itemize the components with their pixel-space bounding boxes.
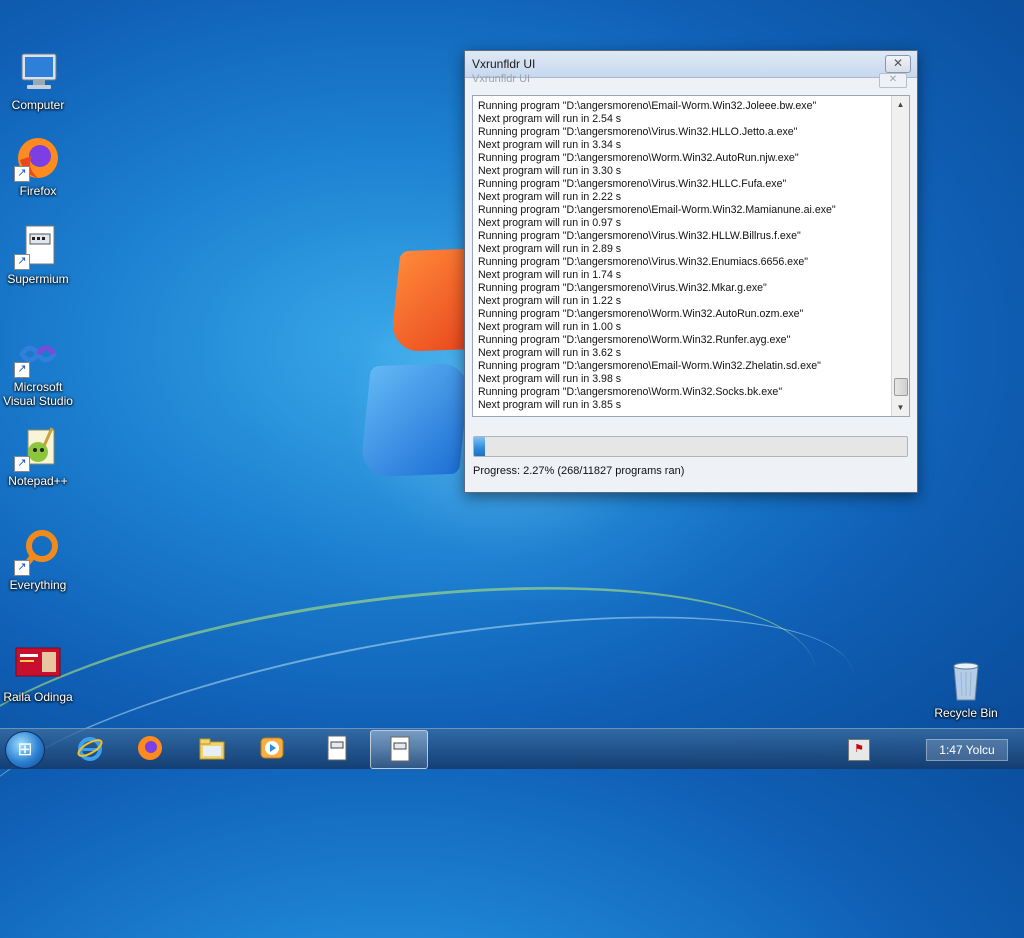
desktop-icon-everything[interactable]: ↗ Everything [0, 528, 76, 592]
taskbar-app-window[interactable] [308, 730, 364, 767]
log-line: Running program "D:\angersmoreno\Virus.W… [478, 256, 809, 268]
clock[interactable]: 1:47 Yolcu [926, 739, 1008, 761]
log-line: Next program will run in 2.54 s [478, 113, 622, 125]
file-explorer-icon [199, 738, 225, 760]
desktop-icon-recycle-bin[interactable]: Recycle Bin [928, 656, 1004, 720]
action-center-flag-icon[interactable]: ⚑ [848, 739, 870, 761]
window-titlebar[interactable]: Vxrunfldr UI ✕ [465, 51, 917, 78]
ghost-window-title: Vxrunfldr UI [472, 73, 531, 85]
app-window-icon [390, 736, 410, 762]
log-line: Running program "D:\angersmoreno\Worm.Wi… [478, 152, 799, 164]
taskbar-app-window-active[interactable] [370, 730, 428, 769]
log-line: Running program "D:\angersmoreno\Virus.W… [478, 230, 801, 242]
progress-text: Progress: 2.27% (268/11827 programs ran) [473, 465, 685, 477]
shortcut-arrow-icon: ↗ [14, 362, 30, 378]
everything-search-icon: ↗ [14, 528, 62, 576]
recycle-bin-icon [942, 656, 990, 704]
desktop-icon-firefox[interactable]: ↗ Firefox [0, 134, 76, 198]
shortcut-arrow-icon: ↗ [14, 166, 30, 182]
shortcut-arrow-icon: ↗ [14, 456, 30, 472]
desktop-icon-visual-studio[interactable]: ↗ Microsoft Visual Studio [0, 330, 76, 408]
ghost-close-icon: ✕ [879, 73, 907, 88]
log-line: Running program "D:\angersmoreno\Email-W… [478, 360, 821, 372]
image-file-icon [14, 640, 62, 688]
taskbar-internet-explorer[interactable] [62, 730, 118, 767]
log-line: Next program will run in 2.89 s [478, 243, 622, 255]
log-line: Running program "D:\angersmoreno\Worm.Wi… [478, 308, 804, 320]
computer-icon [14, 48, 62, 96]
firefox-icon [138, 736, 162, 760]
log-line: Next program will run in 3.85 s [478, 399, 622, 411]
taskbar-file-explorer[interactable] [184, 730, 240, 767]
log-line: Next program will run in 3.62 s [478, 347, 622, 359]
taskbar-media-player[interactable] [244, 730, 300, 767]
log-line: Running program "D:\angersmoreno\Email-W… [478, 100, 817, 112]
notepad-plus-plus-icon: ↗ [14, 424, 62, 472]
start-button[interactable]: ⊞ [5, 731, 45, 769]
scroll-up-arrow-icon[interactable]: ▲ [892, 96, 909, 113]
log-output[interactable]: Running program "D:\angersmoreno\Email-W… [472, 95, 910, 417]
media-player-icon [260, 737, 284, 759]
progress-bar [473, 436, 908, 457]
log-line: Next program will run in 0.97 s [478, 217, 622, 229]
scroll-down-arrow-icon[interactable]: ▼ [892, 399, 909, 416]
log-line: Running program "D:\angersmoreno\Virus.W… [478, 126, 798, 138]
close-icon: ✕ [892, 56, 904, 70]
log-scrollbar[interactable]: ▲ ▼ [891, 96, 909, 416]
log-line: Running program "D:\angersmoreno\Worm.Wi… [478, 386, 783, 398]
shortcut-arrow-icon: ↗ [14, 560, 30, 576]
desktop-icon-notepad-plus-plus[interactable]: ↗ Notepad++ [0, 424, 76, 488]
log-line: Next program will run in 1.00 s [478, 321, 622, 333]
desktop-icon-supermium[interactable]: ↗ Supermium [0, 222, 76, 286]
log-line: Next program will run in 1.74 s [478, 269, 622, 281]
internet-explorer-icon [77, 737, 103, 761]
shortcut-arrow-icon: ↗ [14, 254, 30, 270]
desktop-icon-computer[interactable]: Computer [0, 48, 76, 112]
log-line: Running program "D:\angersmoreno\Virus.W… [478, 178, 787, 190]
taskbar: ⊞ ⚑ 1:47 Yolcu [0, 728, 1024, 769]
supermium-icon: ↗ [14, 222, 62, 270]
log-line: Running program "D:\angersmoreno\Email-W… [478, 204, 836, 216]
log-line: Next program will run in 2.22 s [478, 191, 622, 203]
log-line: Next program will run in 3.30 s [478, 165, 622, 177]
windows-logo-icon: ⊞ [17, 739, 33, 759]
log-line: Running program "D:\angersmoreno\Virus.W… [478, 282, 767, 294]
desktop-icon-raila-odinga[interactable]: Raila Odinga [0, 640, 76, 704]
log-line: Next program will run in 1.22 s [478, 295, 622, 307]
close-button[interactable]: ✕ [885, 55, 911, 73]
log-line: Running program "D:\angersmoreno\Worm.Wi… [478, 334, 791, 346]
taskbar-firefox[interactable] [122, 730, 178, 767]
app-window-icon [327, 735, 347, 761]
log-line: Next program will run in 3.34 s [478, 139, 622, 151]
visual-studio-icon: ↗ [14, 330, 62, 378]
progress-fill [474, 437, 485, 456]
vxrunfldr-window[interactable]: Vxrunfldr UI ✕ Vxrunfldr UI ✕ Running pr… [464, 50, 918, 493]
scroll-thumb[interactable] [894, 378, 908, 396]
log-lines: Running program "D:\angersmoreno\Email-W… [473, 96, 892, 416]
firefox-icon: ↗ [14, 134, 62, 182]
log-line: Next program will run in 3.98 s [478, 373, 622, 385]
window-title: Vxrunfldr UI [472, 57, 536, 71]
